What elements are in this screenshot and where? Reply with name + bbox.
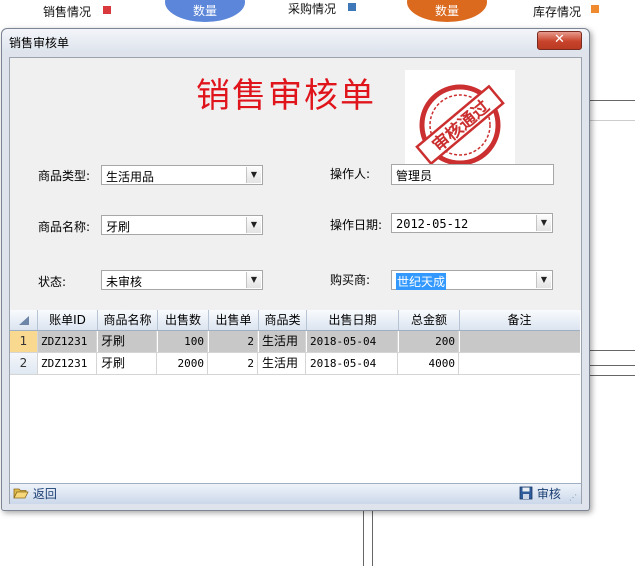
close-button[interactable]: ✕ bbox=[537, 31, 582, 50]
title-bar[interactable]: 销售审核单 ✕ bbox=[2, 29, 589, 51]
legend-stock-label: 库存情况 bbox=[533, 5, 582, 19]
cell-total[interactable]: 200 bbox=[399, 331, 459, 352]
cell-quantity[interactable]: 2000 bbox=[158, 353, 208, 374]
row-number[interactable]: 1 bbox=[10, 331, 38, 352]
product-type-label: 商品类型: bbox=[38, 169, 91, 183]
column-header-unit[interactable]: 出售单 bbox=[209, 310, 259, 330]
column-header-category[interactable]: 商品类 bbox=[259, 310, 307, 330]
column-header-note[interactable]: 备注 bbox=[460, 310, 579, 330]
cell-product-name[interactable]: 牙刷 bbox=[98, 331, 157, 352]
buyer-select[interactable]: 世纪天成 ▼ bbox=[391, 270, 553, 290]
chevron-down-icon[interactable]: ▼ bbox=[536, 272, 551, 288]
op-date-picker[interactable]: 2012-05-12 ▼ bbox=[391, 213, 553, 233]
row-number[interactable]: 2 bbox=[10, 353, 38, 374]
operator-label: 操作人: bbox=[330, 167, 371, 181]
window-content: 销售审核单 审核通过 商品类型: 生活用品 ▼ 操作人: 管理员 商品名称: 牙… bbox=[9, 57, 582, 504]
op-date-label: 操作日期: bbox=[330, 218, 383, 232]
window-title: 销售审核单 bbox=[9, 36, 70, 50]
bottom-toolbar: 返回 审核 ⋰ bbox=[10, 483, 581, 504]
cell-bill-id[interactable]: ZDZ1231 bbox=[38, 331, 97, 352]
column-header-total[interactable]: 总金额 bbox=[399, 310, 460, 330]
operator-value: 管理员 bbox=[396, 169, 433, 183]
column-header-quantity[interactable]: 出售数 bbox=[158, 310, 209, 330]
divider bbox=[590, 120, 635, 121]
back-label: 返回 bbox=[32, 487, 57, 501]
select-all-corner[interactable] bbox=[10, 310, 38, 330]
chevron-down-icon[interactable]: ▼ bbox=[536, 215, 551, 231]
product-name-select[interactable]: 牙刷 ▼ bbox=[101, 215, 263, 235]
legend-sales-label: 销售情况 bbox=[43, 5, 92, 19]
approve-label: 审核 bbox=[536, 487, 561, 501]
cell-unit[interactable]: 2 bbox=[209, 331, 258, 352]
cell-date[interactable]: 2018-05-04 bbox=[307, 353, 398, 374]
sales-grid: 账单ID 商品名称 出售数 出售单 商品类 出售日期 总金额 备注 1 ZDZ1… bbox=[10, 310, 580, 375]
status-label: 状态: bbox=[38, 275, 67, 289]
operator-field[interactable]: 管理员 bbox=[391, 164, 554, 185]
resize-grip-icon[interactable]: ⋰ bbox=[569, 490, 577, 506]
back-button[interactable]: 返回 bbox=[13, 486, 57, 502]
table-row[interactable]: 1 ZDZ1231 牙刷 100 2 生活用 2018-05-04 200 bbox=[10, 331, 580, 353]
chevron-down-icon[interactable]: ▼ bbox=[246, 272, 261, 288]
column-header-date[interactable]: 出售日期 bbox=[307, 310, 399, 330]
cell-unit[interactable]: 2 bbox=[209, 353, 258, 374]
status-value: 未审核 bbox=[106, 275, 143, 289]
cell-note[interactable] bbox=[460, 331, 580, 352]
bubble-label: 数量 bbox=[192, 4, 217, 18]
column-header-bill-id[interactable]: 账单ID bbox=[38, 310, 98, 330]
cell-category[interactable]: 生活用 bbox=[259, 331, 306, 352]
bubble-label: 数量 bbox=[434, 4, 459, 18]
buyer-label: 购买商: bbox=[330, 273, 371, 287]
grid-header: 账单ID 商品名称 出售数 出售单 商品类 出售日期 总金额 备注 bbox=[10, 310, 580, 331]
corner-triangle-icon bbox=[19, 316, 29, 325]
status-select[interactable]: 未审核 ▼ bbox=[101, 270, 263, 290]
audit-form: 销售审核单 审核通过 商品类型: 生活用品 ▼ 操作人: 管理员 商品名称: 牙… bbox=[10, 58, 581, 310]
legend-purchase-swatch bbox=[348, 3, 356, 11]
op-date-value: 2012-05-12 bbox=[396, 217, 469, 231]
product-name-value: 牙刷 bbox=[106, 220, 131, 234]
cell-bill-id[interactable]: ZDZ1231 bbox=[38, 353, 97, 374]
divider bbox=[372, 510, 373, 566]
divider bbox=[363, 510, 364, 566]
cell-product-name[interactable]: 牙刷 bbox=[98, 353, 157, 374]
column-header-product-name[interactable]: 商品名称 bbox=[98, 310, 158, 330]
chevron-down-icon[interactable]: ▼ bbox=[246, 217, 261, 233]
legend-purchase-label: 采购情况 bbox=[288, 2, 337, 16]
chevron-down-icon[interactable]: ▼ bbox=[246, 167, 261, 183]
cell-note[interactable] bbox=[460, 353, 580, 374]
divider bbox=[590, 350, 635, 351]
legend-sales-swatch bbox=[103, 6, 111, 14]
cell-date[interactable]: 2018-05-04 bbox=[307, 331, 398, 352]
cell-quantity[interactable]: 100 bbox=[158, 331, 208, 352]
chart-bubble: 数量 bbox=[407, 0, 487, 22]
legend-stock-swatch bbox=[591, 5, 599, 13]
product-type-value: 生活用品 bbox=[106, 170, 155, 184]
folder-open-icon bbox=[13, 488, 29, 499]
product-name-label: 商品名称: bbox=[38, 220, 91, 234]
cell-total[interactable]: 4000 bbox=[399, 353, 459, 374]
buyer-value: 世纪天成 bbox=[396, 273, 447, 290]
cell-category[interactable]: 生活用 bbox=[259, 353, 306, 374]
save-icon bbox=[519, 486, 533, 500]
product-type-select[interactable]: 生活用品 ▼ bbox=[101, 165, 263, 185]
divider bbox=[590, 375, 635, 376]
sales-audit-window: 销售审核单 ✕ 销售审核单 审核通过 商品类型: 生活用品 ▼ 操作人: 管理员… bbox=[1, 28, 590, 511]
divider bbox=[590, 365, 635, 366]
table-row[interactable]: 2 ZDZ1231 牙刷 2000 2 生活用 2018-05-04 4000 bbox=[10, 353, 580, 375]
chart-bubble: 数量 bbox=[165, 0, 245, 22]
divider bbox=[590, 100, 635, 101]
page-title: 销售审核单 bbox=[196, 76, 376, 116]
close-icon: ✕ bbox=[554, 32, 565, 47]
approve-button[interactable]: 审核 bbox=[519, 486, 561, 502]
